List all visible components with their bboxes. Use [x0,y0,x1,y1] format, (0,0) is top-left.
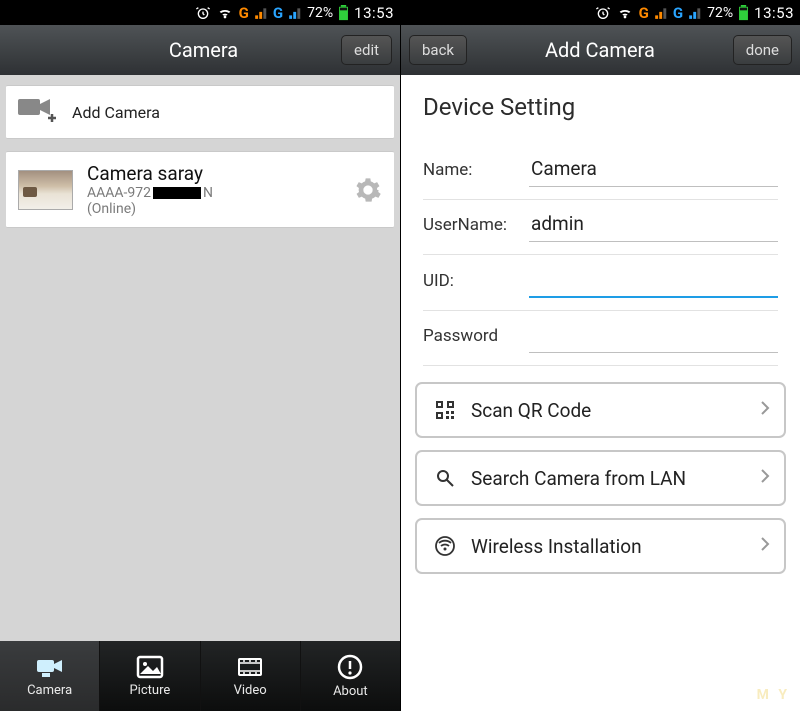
wireless-icon [431,536,459,556]
add-camera-row[interactable]: Add Camera [6,85,394,139]
picture-icon [135,654,165,680]
action-wireless-install[interactable]: Wireless Installation [415,518,786,574]
uid-label: UID: [423,271,529,291]
watermark: M Y [757,687,790,703]
field-row-username: UserName: [423,200,778,255]
signal-icon-2 [688,6,702,20]
action-label: Search Camera from LAN [459,467,760,490]
bottom-tabbar: Camera Picture Video About [0,641,400,711]
action-scan-qr[interactable]: Scan QR Code [415,382,786,438]
tab-label: Video [234,683,267,698]
tab-picture[interactable]: Picture [99,641,199,711]
status-bar: G G 72% 13:53 [0,0,400,25]
chevron-right-icon [760,468,770,488]
camera-name: Camera saray [87,162,340,185]
camera-status: (Online) [87,201,340,217]
page-title: Camera [66,38,341,62]
network-g-2: G [273,4,283,22]
wifi-icon [616,5,634,21]
right-screen: G G 72% 13:53 back Add Camera done Devic… [400,0,800,711]
name-label: Name: [423,160,529,180]
action-search-lan[interactable]: Search Camera from LAN [415,450,786,506]
done-button[interactable]: done [733,35,792,65]
uid-input[interactable] [529,263,778,298]
wifi-icon [216,5,234,21]
camera-list-item[interactable]: Camera saray AAAA-972 N (Online) [6,151,394,228]
alarm-icon [595,5,611,21]
alarm-icon [195,5,211,21]
add-camera-icon [18,96,58,128]
about-icon [336,653,364,681]
field-row-uid: UID: [423,255,778,311]
page-title: Add Camera [467,38,733,62]
edit-button[interactable]: edit [341,35,392,65]
camera-icon [35,654,65,680]
network-g-1: G [239,4,249,22]
tab-label: Camera [27,683,72,698]
form-area: Device Setting Name: UserName: UID: Pass… [401,75,800,372]
battery-pct: 72% [707,5,733,21]
add-camera-label: Add Camera [72,103,160,122]
chevron-right-icon [760,536,770,556]
username-input[interactable] [529,208,778,242]
redacted-block [153,187,201,199]
camera-uid: AAAA-972 N [87,185,340,201]
clock-time: 13:53 [354,4,394,22]
action-list: Scan QR Code Search Camera from LAN Wire… [401,372,800,584]
signal-icon-1 [254,6,268,20]
battery-pct: 72% [307,5,333,21]
qr-icon [431,401,459,419]
clock-time: 13:53 [754,4,794,22]
back-button[interactable]: back [409,35,467,65]
camera-uid-suffix: N [203,185,213,201]
camera-thumbnail [18,170,73,210]
username-label: UserName: [423,215,529,235]
header: back Add Camera done [401,25,800,75]
field-row-name: Name: [423,145,778,200]
tab-video[interactable]: Video [200,641,300,711]
tab-label: Picture [129,683,170,698]
video-icon [235,654,265,680]
network-g-1: G [639,4,649,22]
status-bar: G G 72% 13:53 [401,0,800,25]
name-input[interactable] [529,153,778,187]
camera-info: Camera saray AAAA-972 N (Online) [87,162,340,217]
left-screen: G G 72% 13:53 Camera edit Add Camera Cam… [0,0,400,711]
header: Camera edit [0,25,400,75]
battery-icon [738,5,749,21]
section-title: Device Setting [423,93,778,121]
network-g-2: G [673,4,683,22]
action-label: Wireless Installation [459,535,760,558]
tab-camera[interactable]: Camera [0,641,99,711]
password-input[interactable] [529,319,778,353]
camera-uid-prefix: AAAA-972 [87,185,151,201]
battery-icon [338,5,349,21]
gear-icon[interactable] [354,176,382,204]
tab-label: About [333,684,368,699]
tab-about[interactable]: About [300,641,400,711]
chevron-right-icon [760,400,770,420]
signal-icon-2 [288,6,302,20]
signal-icon-1 [654,6,668,20]
search-icon [431,469,459,487]
field-row-password: Password [423,311,778,366]
action-label: Scan QR Code [459,399,760,422]
password-label: Password [423,326,529,346]
